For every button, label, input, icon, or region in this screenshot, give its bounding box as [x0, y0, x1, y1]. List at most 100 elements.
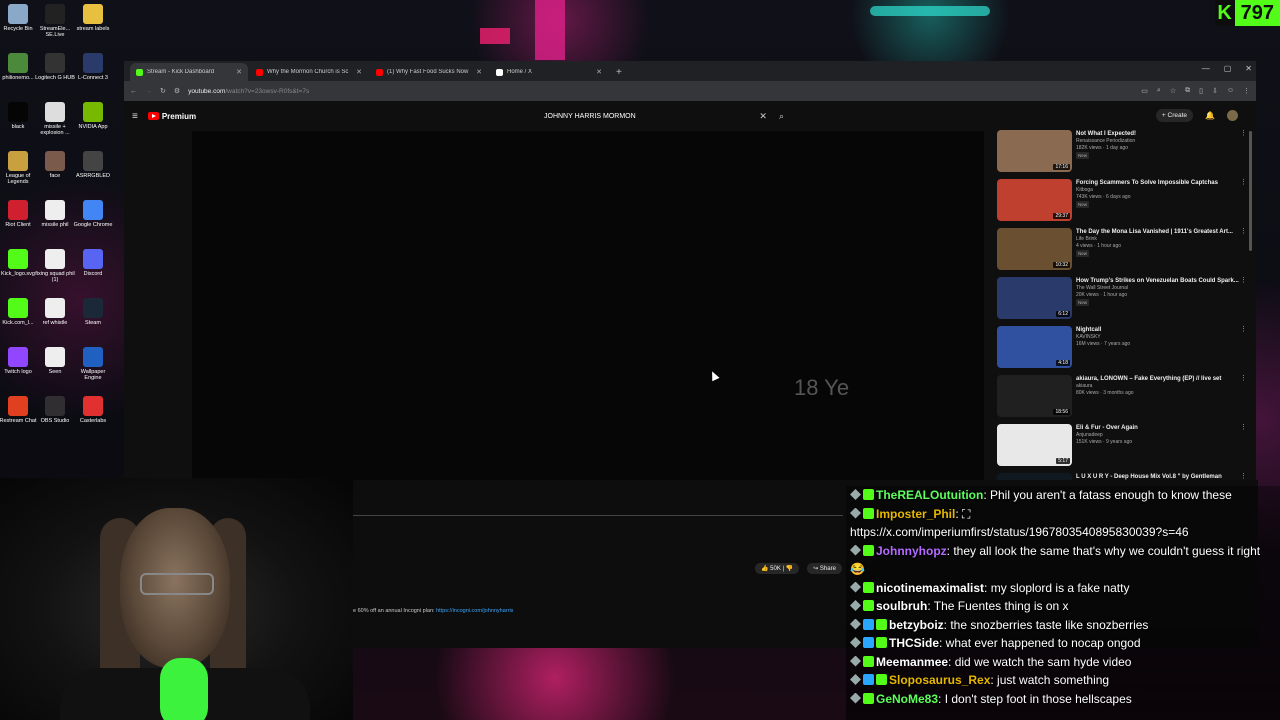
bookmark-star-icon[interactable]: ☆ [1170, 87, 1176, 95]
maximize-icon[interactable]: ▢ [1224, 64, 1232, 73]
youtube-logo[interactable]: Premium [147, 112, 196, 121]
more-options-icon[interactable]: ⋮ [1240, 179, 1247, 186]
desktop-icon[interactable]: NVIDIA App [73, 102, 113, 130]
close-tab-icon[interactable]: ✕ [476, 68, 482, 76]
close-tab-icon[interactable]: ✕ [356, 68, 362, 76]
video-thumbnail[interactable]: 4:18 [997, 326, 1072, 368]
search-icon[interactable]: ⌕ [779, 111, 784, 122]
recommended-video[interactable]: 10:32 The Day the Mona Lisa Vanished | 19… [997, 228, 1247, 277]
scrollbar[interactable] [1249, 131, 1252, 251]
more-options-icon[interactable]: ⋮ [1240, 375, 1247, 382]
desktop-icon[interactable]: StreamEle... SE.Live [35, 4, 75, 38]
video-thumbnail[interactable]: 18:56 [997, 375, 1072, 417]
chat-username[interactable]: Johnnyhopz [876, 544, 947, 558]
url-field[interactable]: youtube.com/watch?v=23owsv-R0fs&t=7s [188, 88, 1133, 95]
new-tab-button[interactable]: + [610, 67, 628, 81]
video-player[interactable]: 18 Ye [192, 131, 984, 480]
desktop-icon[interactable]: ASRRGBLED [73, 151, 113, 179]
recommended-video[interactable]: 29:37 Forcing Scammers To Solve Impossibl… [997, 179, 1247, 228]
desktop-icon[interactable]: Google Chrome [73, 200, 113, 228]
reload-icon[interactable]: ↻ [160, 87, 166, 95]
downloads-icon[interactable]: ⇩ [1212, 87, 1218, 95]
close-tab-icon[interactable]: ✕ [596, 68, 602, 76]
desktop-icon[interactable]: L-Connect 3 [73, 53, 113, 81]
hamburger-menu-icon[interactable]: ≡ [132, 111, 138, 122]
video-thumbnail[interactable]: 5:17 [997, 424, 1072, 466]
divider [353, 515, 843, 516]
desktop-icon[interactable]: Discord [73, 249, 113, 277]
like-button[interactable]: 👍 50K | 👎 [755, 563, 800, 574]
desktop-icon[interactable]: Kick_logo.svg [0, 249, 38, 277]
chat-username[interactable]: THCSide [889, 636, 939, 650]
desktop-icon[interactable]: missile phil [35, 200, 75, 228]
desktop-icon[interactable]: Twitch logo [0, 347, 38, 375]
desktop-icon[interactable]: Wallpaper Engine [73, 347, 113, 381]
desktop-icon[interactable]: Logitech G HUB [35, 53, 75, 81]
back-icon[interactable]: ← [130, 88, 137, 95]
recommended-video[interactable]: 57:21 L U X U R Y - Deep House Mix Vol.8 … [997, 473, 1247, 480]
description-link[interactable]: https://incogni.com/johnnyharris [436, 608, 513, 614]
desktop-icon[interactable]: Recycle Bin [0, 4, 38, 32]
desktop-icon[interactable]: fixing squad phil (1) [35, 249, 75, 283]
chat-username[interactable]: TheREALOutuition [876, 488, 983, 502]
browser-tab[interactable]: (1) Why Fast Food Sucks Now ✕ [370, 63, 488, 81]
extensions-icon[interactable]: ⧉ [1185, 87, 1190, 95]
chat-username[interactable]: GeNoMe83 [876, 692, 938, 706]
share-button[interactable]: ↪ Share [807, 563, 842, 574]
close-tab-icon[interactable]: ✕ [236, 68, 242, 76]
desktop-icon[interactable]: Steam [73, 298, 113, 326]
more-options-icon[interactable]: ⋮ [1240, 326, 1247, 333]
browser-menu-icon[interactable]: ⋮ [1243, 87, 1250, 95]
desktop-icon[interactable]: stream labels [73, 4, 113, 32]
desktop-icon[interactable]: Restream Chat [0, 396, 38, 424]
chat-username[interactable]: Sloposaurus_Rex [889, 673, 990, 687]
more-options-icon[interactable]: ⋮ [1240, 228, 1247, 235]
desktop-icon[interactable]: Riot Client [0, 200, 38, 228]
forward-icon[interactable]: → [145, 88, 152, 95]
chat-username[interactable]: Imposter_Phil [876, 507, 955, 521]
recommended-video[interactable]: 5:17 Eli & Fur - Over Again Anjunadeep 151K… [997, 424, 1247, 473]
recommended-video[interactable]: 17:16 Not What I Expected! Renaissance Per… [997, 130, 1247, 179]
close-icon[interactable]: ✕ [1245, 64, 1252, 73]
browser-tab[interactable]: Why the Mormon Church is Sc ✕ [250, 63, 368, 81]
desktop-icon[interactable]: League of Legends [0, 151, 38, 185]
more-options-icon[interactable]: ⋮ [1240, 424, 1247, 431]
desktop-icon[interactable]: philionemo... [0, 53, 38, 81]
desktop-icon[interactable]: missile + explosion ... [35, 102, 75, 136]
chat-username[interactable]: Meemanmee [876, 655, 948, 669]
recommended-video[interactable]: 6:12 How Trump's Strikes on Venezuelan Bo… [997, 277, 1247, 326]
site-info-icon[interactable]: ⚙ [174, 87, 180, 95]
desktop-icon[interactable]: ref whistle [35, 298, 75, 326]
sidebar-icon[interactable]: ▯ [1199, 87, 1203, 95]
desktop-icon[interactable]: black [0, 102, 38, 130]
more-options-icon[interactable]: ⋮ [1240, 130, 1247, 137]
video-thumbnail[interactable]: 57:21 [997, 473, 1072, 480]
browser-tab[interactable]: Stream - Kick Dashboard ✕ [130, 63, 248, 81]
create-button[interactable]: + Create [1155, 109, 1194, 122]
more-options-icon[interactable]: ⋮ [1240, 473, 1247, 480]
recommended-video[interactable]: 4:18 Nightcall KAVINSKY 16M views · 7 years… [997, 326, 1247, 375]
desktop-icon[interactable]: Kick.com_l... [0, 298, 38, 326]
more-options-icon[interactable]: ⋮ [1240, 277, 1247, 284]
chat-username[interactable]: soulbruh [876, 599, 927, 613]
minimize-icon[interactable]: — [1202, 64, 1210, 73]
cast-icon[interactable]: ▭ [1141, 87, 1148, 95]
desktop-icon[interactable]: OBS Studio [35, 396, 75, 424]
search-input[interactable]: JOHNNY HARRIS MORMON [544, 113, 759, 120]
desktop-icon[interactable]: face [35, 151, 75, 179]
video-thumbnail[interactable]: 29:37 [997, 179, 1072, 221]
video-thumbnail[interactable]: 10:32 [997, 228, 1072, 270]
video-thumbnail[interactable]: 6:12 [997, 277, 1072, 319]
chat-username[interactable]: betzyboiz [889, 618, 944, 632]
browser-tab[interactable]: Home / X ✕ [490, 63, 608, 81]
avatar[interactable] [1227, 110, 1238, 121]
chat-username[interactable]: nicotinemaximalist [876, 581, 984, 595]
video-thumbnail[interactable]: 17:16 [997, 130, 1072, 172]
profile-icon[interactable]: ☺ [1227, 87, 1234, 95]
clear-search-icon[interactable]: ✕ [759, 111, 767, 122]
desktop-icon[interactable]: Casterlabs [73, 396, 113, 424]
recommended-video[interactable]: 18:56 akiaura, LONOWN – Fake Everything (… [997, 375, 1247, 424]
desktop-icon[interactable]: Seen [35, 347, 75, 375]
notifications-bell-icon[interactable]: 🔔 [1205, 111, 1215, 120]
zoom-icon[interactable]: ⌕ [1157, 87, 1161, 95]
